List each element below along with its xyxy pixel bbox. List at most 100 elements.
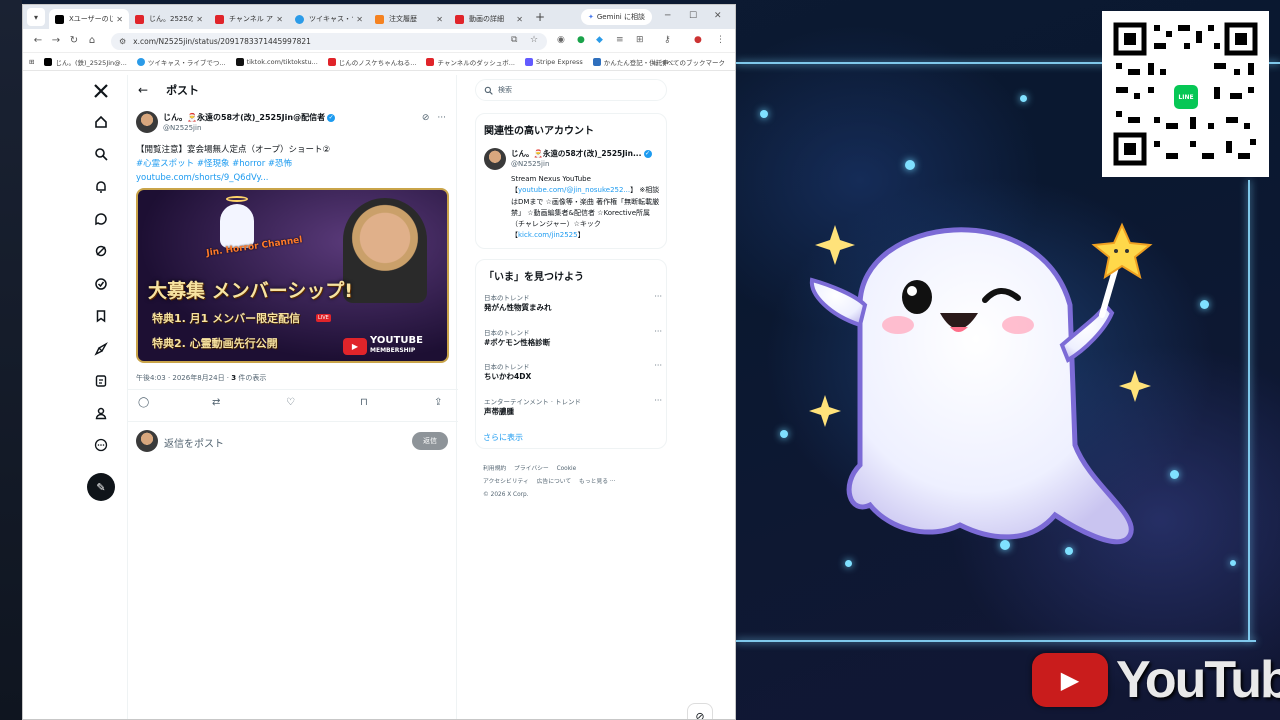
all-bookmarks-folder[interactable]: ▭ すべてのブックマーク [652, 57, 725, 67]
footer-link[interactable]: プライバシー [514, 466, 549, 472]
reply-icon[interactable]: ◯ [138, 397, 149, 408]
tab-video-details[interactable]: 動画の詳細 ✕ [449, 9, 529, 29]
gemini-button[interactable]: ✦ Gemini に相談 [581, 9, 652, 25]
trend-item[interactable]: 日本のトレンド ちいかわ4DX ··· [484, 361, 662, 389]
trend-item[interactable]: 日本のトレンド #ポケモン性格診断 ··· [484, 327, 662, 355]
post-header-actions: ⊘ ··· [422, 113, 446, 123]
more-options-icon[interactable] [91, 435, 111, 455]
trend-name: 発がん性物質まみれ [484, 303, 552, 312]
extension-list-icon[interactable]: ≡ [616, 35, 624, 45]
post-timestamp[interactable]: 午後4:03 · 2026年8月24日 · [136, 374, 231, 382]
trend-more-icon[interactable]: ··· [654, 361, 662, 370]
tab-order-history[interactable]: 注文履歴 ✕ [369, 9, 449, 29]
trend-item[interactable]: 日本のトレンド 発がん性物質まみれ ··· [484, 292, 662, 320]
author-name[interactable]: じん。🎅永遠の58才(改)_2525Jin@配信者 ✓ [163, 112, 336, 123]
x-logo-icon[interactable] [91, 81, 111, 101]
bookmark-item[interactable]: じんのノスケちゃんねる... [327, 57, 416, 67]
bookmark-icon[interactable]: ⊓ [360, 397, 368, 408]
apps-grid-icon[interactable]: ⊞ [29, 58, 34, 66]
close-icon[interactable]: ✕ [196, 15, 203, 24]
related-account-name[interactable]: じん。🎅永遠の58才(改)_2525Jin... ✓ [511, 148, 652, 159]
footer-link[interactable]: 広告について [537, 479, 572, 485]
bookmark-item[interactable]: Stripe Express [525, 57, 583, 66]
tab-twitcasting[interactable]: ツイキャス・ライ ✕ [289, 9, 369, 29]
avatar[interactable] [484, 148, 506, 170]
repost-icon[interactable]: ⇄ [212, 397, 220, 408]
back-arrow-icon[interactable]: ← [138, 83, 148, 97]
close-icon[interactable]: ✕ [116, 15, 123, 24]
trend-item[interactable]: エンターテインメント · トレンド 声帯膿腫 ··· [484, 396, 662, 424]
post-more-icon[interactable]: ··· [437, 113, 446, 123]
trend-category: 日本のトレンド [484, 329, 530, 337]
site-info-icon[interactable]: ⚙ [119, 37, 126, 46]
related-account-handle[interactable]: @N2525jin [511, 160, 549, 168]
window-close-icon[interactable]: ✕ [714, 11, 722, 21]
share-icon[interactable]: ⇪ [434, 397, 442, 408]
notifications-bell-icon[interactable] [91, 177, 111, 197]
reply-input[interactable]: 返信をポスト [164, 435, 224, 450]
like-heart-icon[interactable]: ♡ [286, 397, 295, 408]
post-author: じん。🎅永遠の58才(改)_2525Jin@配信者 ✓ @N2525jin ⊘ ·… [136, 111, 446, 137]
extension-green-icon[interactable]: ● [577, 35, 585, 45]
tab-channel-analytics[interactable]: チャンネル アナリ ✕ [209, 9, 289, 29]
compose-post-button[interactable]: ✎ [87, 473, 115, 501]
bio-kick-link[interactable]: kick.com/jin2525 [518, 231, 578, 239]
extension-shield-icon[interactable]: ◉ [557, 35, 565, 45]
bookmark-item[interactable]: じん。(鉄)_2525Jin@... [44, 57, 127, 67]
footer-link[interactable]: もっと見る ··· [579, 479, 615, 485]
tab-label: じん。2525のライ [149, 15, 193, 23]
divider [128, 389, 458, 390]
home-icon[interactable] [91, 112, 111, 132]
trend-more-icon[interactable]: ··· [654, 292, 662, 301]
profile-avatar-icon[interactable]: ● [694, 35, 702, 45]
close-icon[interactable]: ✕ [356, 15, 363, 24]
search-input[interactable]: 検索 [475, 79, 667, 101]
extensions-puzzle-icon[interactable]: ⊞ [636, 35, 644, 45]
post-media-image[interactable]: Jin. Horror Channel 大募集 メンバーシップ! 特典1. 月1… [136, 188, 449, 363]
footer-link[interactable]: Cookie [557, 466, 577, 472]
trend-more-icon[interactable]: ··· [654, 396, 662, 405]
new-tab-icon[interactable]: + [535, 10, 545, 24]
bookmark-item[interactable]: tiktok.com/tiktokstu... [235, 57, 318, 66]
maximize-icon[interactable]: ☐ [689, 11, 697, 21]
profile-icon[interactable] [91, 403, 111, 423]
passwords-key-icon[interactable]: ⚷ [664, 35, 671, 45]
url-input[interactable]: ⚙ x.com/N2525jin/status/2091783371445997… [111, 33, 547, 50]
browser-menu-icon[interactable]: ⋮ [716, 35, 725, 45]
rocket-icon[interactable] [91, 339, 111, 359]
grok-icon[interactable] [91, 241, 111, 261]
show-more-link[interactable]: さらに表示 [483, 432, 523, 443]
verified-orgs-icon[interactable] [91, 274, 111, 294]
tab-youtube-live[interactable]: じん。2525のライ ✕ [129, 9, 209, 29]
minimize-icon[interactable]: ─ [665, 11, 670, 21]
bookmark-item[interactable]: チャンネルのダッシュボ... [426, 57, 515, 67]
reload-icon[interactable]: ↻ [65, 35, 83, 46]
trend-more-icon[interactable]: ··· [654, 327, 662, 336]
footer-link[interactable]: アクセシビリティ [483, 479, 529, 485]
tab-search-icon[interactable]: ▾ [27, 8, 45, 26]
close-icon[interactable]: ✕ [516, 15, 523, 24]
author-handle[interactable]: @N2525jin [163, 124, 201, 132]
tab-x-post[interactable]: Xユーザーのじん ✕ [49, 9, 129, 29]
close-icon[interactable]: ✕ [276, 15, 283, 24]
articles-icon[interactable] [91, 371, 111, 391]
reply-button[interactable]: 返信 [412, 432, 448, 450]
post-hashtags[interactable]: #心霊スポット #怪現象 #horror #恐怖 [136, 157, 446, 171]
messages-icon[interactable] [91, 209, 111, 229]
home-icon[interactable]: ⌂ [83, 35, 101, 46]
footer-link[interactable]: 利用規約 [483, 466, 506, 472]
grok-explain-icon[interactable]: ⊘ [422, 113, 430, 123]
bookmark-item[interactable]: ツイキャス・ライブでつ... [136, 57, 226, 67]
post-link[interactable]: youtube.com/shorts/9_Q6dVy... [136, 171, 446, 185]
grok-floating-button[interactable]: ⊘ [687, 703, 713, 719]
extension-blue-icon[interactable]: ◆ [596, 35, 603, 45]
back-arrow-icon[interactable]: ← [29, 35, 47, 46]
bio-youtube-link[interactable]: youtube.com/@jin_nosuke252... [518, 186, 630, 194]
avatar[interactable] [136, 111, 158, 133]
search-icon[interactable] [91, 144, 111, 164]
forward-arrow-icon[interactable]: → [47, 35, 65, 46]
install-app-icon[interactable]: ⧉ [511, 35, 517, 45]
bookmarks-icon[interactable] [91, 306, 111, 326]
close-icon[interactable]: ✕ [436, 15, 443, 24]
bookmark-star-icon[interactable]: ☆ [530, 35, 538, 45]
